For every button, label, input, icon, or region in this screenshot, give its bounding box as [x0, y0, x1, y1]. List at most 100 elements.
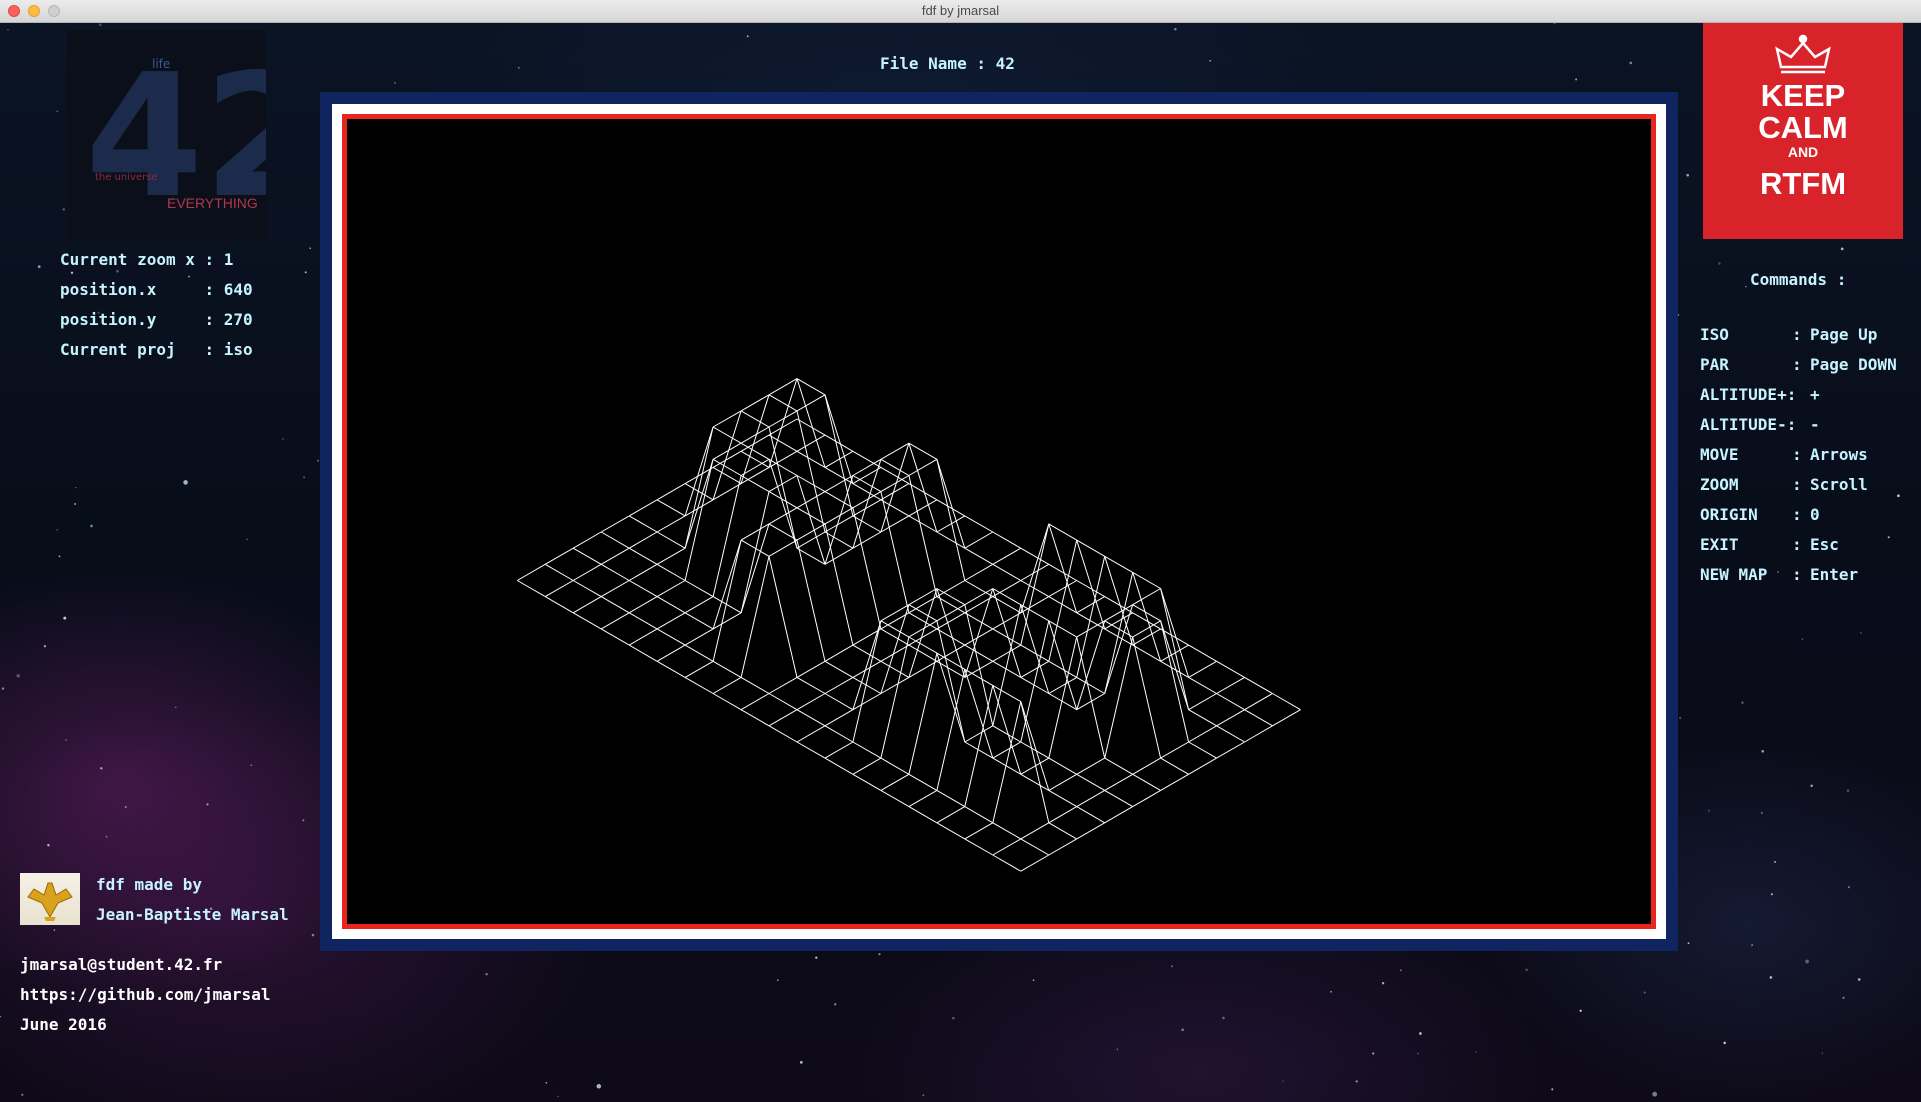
- wireframe-edge: [992, 838, 1022, 856]
- star: [188, 275, 190, 278]
- command-key: ALTITUDE-:: [1700, 415, 1797, 434]
- wireframe-edge: [656, 660, 686, 678]
- wireframe-edge: [656, 580, 686, 598]
- wireframe-edge: [908, 604, 938, 622]
- wireframe-edge: [712, 660, 742, 678]
- wireframe-edge: [1188, 741, 1217, 759]
- wireframe-edge: [1076, 757, 1105, 775]
- wireframe-edge: [600, 596, 630, 614]
- star: [105, 835, 108, 838]
- wireframe-edge: [1076, 773, 1105, 791]
- star: [98, 23, 102, 26]
- wireframe-edge: [1216, 725, 1245, 743]
- star: [878, 953, 881, 956]
- command-separator: :: [1792, 355, 1802, 374]
- phoenix-icon: [20, 873, 80, 925]
- star: [183, 480, 188, 485]
- star: [1846, 789, 1850, 792]
- wireframe-edge: [740, 475, 770, 493]
- wireframe-edge: [1132, 636, 1162, 759]
- wireframe-edge: [796, 410, 826, 533]
- position-x-label: position.x :: [60, 280, 215, 299]
- wireframe-edge: [908, 596, 938, 614]
- window-title: fdf by jmarsal: [921, 3, 1000, 18]
- star: [43, 645, 47, 648]
- command-separator: :: [1792, 565, 1802, 584]
- wireframe-edge: [656, 596, 686, 614]
- wireframe-edge: [684, 612, 714, 630]
- wireframe-edge: [936, 644, 966, 662]
- star: [799, 1061, 803, 1064]
- command-key: ZOOM: [1700, 475, 1739, 494]
- wireframe-edge: [880, 458, 910, 476]
- wireframe-edge: [684, 676, 714, 694]
- wireframe-edge: [992, 822, 1022, 840]
- command-value: Esc: [1810, 535, 1839, 554]
- wireframe-edge: [712, 426, 742, 444]
- star: [1209, 60, 1211, 62]
- wireframe-edge: [964, 644, 994, 662]
- wireframe-edge: [908, 499, 938, 517]
- star: [16, 674, 20, 678]
- wireframe-edge: [1132, 588, 1161, 606]
- wireframe-edge: [740, 458, 770, 476]
- wireframe-edge: [656, 499, 686, 517]
- command-key: ALTITUDE+:: [1700, 385, 1797, 404]
- wireframe-edge: [1188, 660, 1217, 678]
- wireframe-edge: [600, 515, 630, 533]
- wireframe-edge: [824, 676, 854, 694]
- star: [834, 1003, 837, 1006]
- star: [517, 66, 520, 69]
- wireframe-edge: [992, 596, 1022, 614]
- wireframe-edge: [628, 580, 658, 598]
- wireframe-edge: [908, 612, 938, 630]
- wireframe-edge: [600, 628, 630, 646]
- render-viewport[interactable]: [347, 119, 1651, 924]
- wireframe-edge: [936, 620, 966, 743]
- wireframe-edge: [964, 806, 994, 824]
- star: [1686, 173, 1689, 177]
- command-separator: :: [1792, 445, 1802, 464]
- wireframe-edge: [1132, 620, 1161, 638]
- wireframe-map[interactable]: [347, 119, 1645, 918]
- star: [1751, 944, 1753, 946]
- author-email: jmarsal@student.42.fr: [20, 955, 223, 974]
- wireframe-edge: [824, 660, 854, 678]
- zoom-label: Current zoom x :: [60, 250, 215, 269]
- star: [596, 1084, 602, 1089]
- wireframe-edge: [656, 547, 686, 565]
- wireframe-edge: [936, 822, 966, 840]
- wireframe-edge: [964, 838, 994, 856]
- wireframe-edge: [880, 636, 910, 759]
- wireframe-edge: [740, 676, 770, 694]
- star: [1842, 996, 1845, 999]
- wireframe-edge: [656, 563, 686, 581]
- wireframe-edge: [852, 773, 882, 791]
- wireframe-edge: [796, 676, 826, 694]
- wireframe-edge: [1244, 693, 1273, 711]
- author-github: https://github.com/jmarsal: [20, 985, 271, 1004]
- star: [1372, 1052, 1375, 1055]
- wireframe-edge: [796, 660, 826, 678]
- wireframe-edge: [992, 741, 1022, 759]
- command-value: 0: [1810, 505, 1820, 524]
- wireframe-edge: [517, 563, 546, 581]
- wireframe-edge: [1272, 693, 1301, 711]
- wireframe-edge: [1048, 757, 1077, 775]
- wireframe-edge: [768, 507, 798, 525]
- wireframe-edge: [1020, 523, 1050, 646]
- keep-calm-line-2: CALM: [1758, 110, 1848, 145]
- star: [317, 459, 319, 462]
- wireframe-edge: [992, 547, 1022, 565]
- wireframe-edge: [1132, 789, 1161, 808]
- star: [174, 706, 177, 709]
- wireframe-edge: [600, 531, 630, 549]
- star: [1174, 27, 1177, 31]
- wireframe-edge: [796, 725, 826, 743]
- wireframe-edge: [712, 539, 742, 662]
- star: [37, 265, 41, 269]
- wireframe-edge: [964, 822, 994, 840]
- wireframe-edge: [880, 773, 910, 791]
- star: [1707, 809, 1710, 812]
- render-frame: [320, 92, 1678, 951]
